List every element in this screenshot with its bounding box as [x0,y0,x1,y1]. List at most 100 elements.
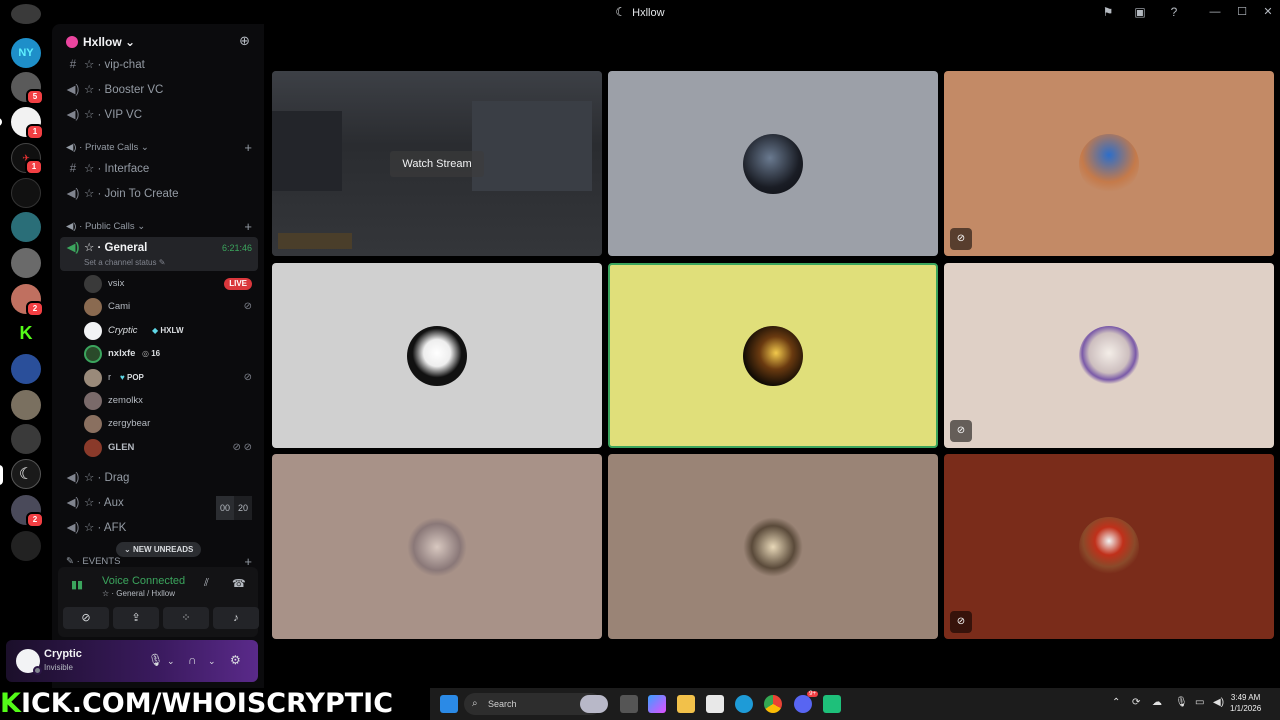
microphone-icon[interactable]: 🎙 [148,653,163,667]
avatar [84,369,102,387]
server-icon[interactable] [11,531,41,561]
screen-share-icon[interactable]: ▣ [1132,4,1148,20]
close-button[interactable]: ✕ [1258,3,1278,21]
help-icon[interactable]: ? [1166,4,1182,20]
disconnect-icon[interactable]: ☎ [232,577,246,590]
copilot-icon[interactable] [648,695,666,713]
maximize-button[interactable]: ☐ [1232,3,1252,21]
server-icon[interactable]: 2 [11,284,44,317]
activities-button[interactable]: ⁘ [163,607,209,629]
category-public-calls[interactable]: ◀) · Public Calls ⌄ + [60,219,258,235]
server-icon[interactable] [11,212,41,242]
soundboard-button[interactable]: ♪ [213,607,259,629]
channel-interface[interactable]: # ☆ · Interface [60,158,258,180]
cloud-icon[interactable]: ☁ [1152,697,1162,708]
task-view-icon[interactable] [620,695,638,713]
avatar [84,275,102,293]
server-icon[interactable]: 1 [0,107,44,140]
channel-booster-vc[interactable]: ◀) ☆ · Booster VC [60,79,258,101]
new-unreads-button[interactable]: ⌄ NEW UNREADS [116,542,202,557]
chevron-down-icon[interactable]: ⌄ [208,656,216,667]
avatar [743,326,803,386]
display-icon[interactable]: ▭ [1195,697,1204,708]
gear-icon[interactable]: ⚙ [230,653,241,667]
channel-vip-chat[interactable]: # ☆ · vip-chat [60,54,258,76]
add-channel-icon[interactable]: + [244,140,252,156]
voice-user[interactable]: r ♥ POP ⊘ [84,367,258,389]
participant-tile[interactable]: ⊘ [944,454,1274,639]
speaker-icon: ◀) [66,188,80,200]
category-private-calls[interactable]: ◀) · Private Calls ⌄ + [60,140,258,156]
voice-user[interactable]: Cami ⊘ [84,296,258,318]
voice-user[interactable]: vsix LIVE [84,273,258,295]
pin-icon: ✎ [66,556,74,567]
voice-user[interactable]: zemolkx [84,390,258,412]
server-icon-hxllow[interactable]: ☾ [0,459,41,489]
mic-icon[interactable]: 🎙 [1175,697,1188,708]
server-icon[interactable] [11,424,41,454]
voice-user[interactable]: nxlxfe ◎ 16 [84,343,258,365]
noise-suppression-icon[interactable]: ⫽ [204,577,209,590]
voice-user[interactable]: zergybear [84,413,258,435]
discord-icon[interactable]: 9+ [794,691,818,713]
channel-join-to-create[interactable]: ◀) ☆ · Join To Create [60,183,258,205]
sync-icon[interactable]: ⟳ [1132,697,1140,708]
server-icon[interactable] [11,4,41,24]
server-icon[interactable] [11,390,41,420]
windows-start-icon[interactable] [440,695,458,713]
avatar [84,345,102,363]
stream-tile[interactable]: Watch Stream [272,71,602,256]
headphones-icon[interactable]: ∩ [188,653,197,667]
participant-tile[interactable] [608,454,938,639]
avatar [407,517,467,577]
voice-user[interactable]: Cryptic ◆ HXLW [84,320,258,342]
server-icon-kick[interactable]: K [11,318,41,348]
voice-user[interactable]: GLEN ⊘ ⊘ [84,437,258,459]
chevron-down-icon[interactable]: ⌄ [167,656,175,667]
channel-vip-vc[interactable]: ◀) ☆ · VIP VC [60,104,258,126]
voice-channel-path[interactable]: General / Hxllow [116,589,175,598]
participant-tile[interactable]: ⊘ [944,71,1274,256]
participant-tile[interactable] [608,71,938,256]
server-icon[interactable]: 5 [11,72,44,105]
server-icon[interactable]: ✈ 1 [11,143,43,175]
avatar [1079,326,1139,386]
avatar[interactable] [16,649,42,675]
invite-people-icon[interactable]: ⊕ [239,33,250,49]
participant-tile[interactable] [272,263,602,448]
store-icon[interactable] [706,695,724,713]
chrome-icon[interactable] [764,695,782,713]
chevron-up-icon[interactable]: ⌃ [1112,697,1120,708]
server-header[interactable]: Hxllow ⌄ ⊕ [52,24,264,58]
widget-icon[interactable] [580,695,608,713]
channel-status[interactable]: Set a channel status ✎ [84,258,165,267]
channel-afk[interactable]: ◀) ☆ · AFK [60,517,258,539]
signal-icon[interactable]: ▮▮ [68,576,86,594]
avatar [84,322,102,340]
server-icon[interactable]: 2 [11,495,44,528]
participant-tile[interactable]: ⊘ [944,263,1274,448]
server-icon[interactable] [11,354,41,384]
screen-share-button[interactable]: ⇪ [113,607,159,629]
clan-tag: ◎ 16 [142,349,161,358]
camera-off-button[interactable]: ⊘ [63,607,109,629]
username[interactable]: Cryptic [44,648,82,660]
channel-aux[interactable]: ◀) ☆ · Aux 00 20 [60,492,258,520]
server-icon[interactable] [11,178,41,208]
voice-connected-title[interactable]: Voice Connected [102,575,185,587]
volume-icon[interactable]: ◀) [1213,697,1224,708]
minimize-button[interactable]: — [1205,3,1225,21]
system-clock[interactable]: 3:49 AM 1/1/2026 [1230,692,1261,714]
channel-drag[interactable]: ◀) ☆ · Drag [60,467,258,489]
file-explorer-icon[interactable] [677,695,695,713]
server-name: Hxllow [83,35,122,49]
server-icon-ny[interactable]: NY [11,38,41,68]
inbox-flag-icon[interactable]: ⚑ [1100,4,1116,20]
app-icon[interactable] [823,695,841,713]
watch-stream-button[interactable]: Watch Stream [390,151,484,177]
participant-tile[interactable] [272,454,602,639]
edge-icon[interactable] [735,695,753,713]
server-icon[interactable] [11,248,41,278]
add-channel-icon[interactable]: + [244,219,252,235]
participant-tile-speaking[interactable] [608,263,938,448]
